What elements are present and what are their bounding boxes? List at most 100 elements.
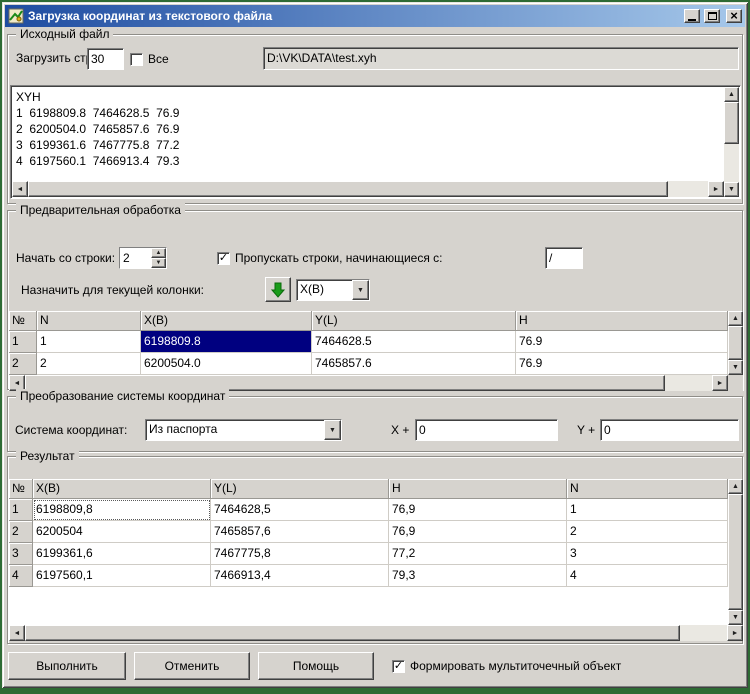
column-header-n[interactable]: N	[37, 311, 141, 331]
cell[interactable]: 2	[37, 353, 141, 375]
y-offset-input[interactable]	[600, 419, 739, 441]
execute-button[interactable]: Выполнить	[8, 652, 126, 680]
cell[interactable]: 2	[567, 521, 728, 543]
dialog-window: Загрузка координат из текстового файла И…	[2, 2, 748, 688]
preprocess-grid: № N X(B) Y(L) H 1 1 6198809.8 7464628.5 …	[9, 311, 743, 391]
cell[interactable]: 6200504	[33, 521, 211, 543]
y-offset-label: Y +	[577, 419, 595, 441]
scrollbar-thumb[interactable]	[28, 181, 668, 197]
multipoint-checkbox[interactable]: ✓ Формировать мультиточечный объект	[392, 658, 621, 674]
cell[interactable]: 7467775,8	[211, 543, 389, 565]
scroll-down-button[interactable]: ▼	[724, 182, 739, 197]
table-row[interactable]: 3 6199361,6 7467775,8 77,2 3	[9, 543, 728, 565]
table-row[interactable]: 1 1 6198809.8 7464628.5 76.9	[9, 331, 728, 353]
cell[interactable]: 6200504.0	[141, 353, 312, 375]
start-row-spinner[interactable]: ▲ ▼	[119, 247, 167, 269]
scroll-up-button[interactable]: ▲	[728, 311, 743, 326]
source-file-group: Исходный файл Загрузить строк Все D:\VK\…	[7, 34, 743, 204]
cancel-button-label: Отменить	[165, 659, 220, 673]
cell[interactable]: 76.9	[516, 331, 728, 353]
skip-char-input[interactable]	[545, 247, 583, 269]
column-combobox[interactable]: X(B) ▼	[296, 279, 370, 301]
file-preview[interactable]: XYH 1 6198809.8 7464628.5 76.9 2 6200504…	[10, 85, 741, 199]
file-preview-text[interactable]: XYH 1 6198809.8 7464628.5 76.9 2 6200504…	[12, 87, 724, 181]
cell[interactable]: 7464628.5	[312, 331, 516, 353]
result-horizontal-scrollbar[interactable]: ◄ ►	[9, 625, 743, 641]
table-row[interactable]: 4 6197560,1 7466913,4 79,3 4	[9, 565, 728, 587]
coordinate-system-combobox[interactable]: Из паспорта ▼	[145, 419, 342, 441]
column-header-h[interactable]: H	[516, 311, 728, 331]
column-combobox-arrow[interactable]: ▼	[352, 280, 369, 300]
load-rows-input[interactable]	[87, 48, 124, 70]
titlebar[interactable]: Загрузка координат из текстового файла	[5, 5, 745, 27]
scrollbar-thumb[interactable]	[724, 102, 739, 144]
selected-cell[interactable]: 6198809.8	[141, 331, 312, 353]
scroll-right-button[interactable]: ►	[712, 375, 728, 391]
column-header-num[interactable]: №	[9, 479, 33, 499]
maximize-button[interactable]	[704, 9, 720, 23]
start-row-input[interactable]	[120, 248, 151, 268]
assign-column-button[interactable]	[265, 277, 291, 302]
spin-down-button[interactable]: ▼	[151, 258, 166, 268]
preview-vertical-scrollbar[interactable]: ▲ ▼	[724, 87, 739, 197]
preview-horizontal-scrollbar[interactable]: ◄ ►	[12, 181, 724, 197]
table-row[interactable]: 1 6198809,8 7464628,5 76,9 1	[9, 499, 728, 521]
close-button[interactable]	[726, 9, 742, 23]
focused-cell[interactable]: 6198809,8	[33, 499, 211, 521]
cell[interactable]: 7465857,6	[211, 521, 389, 543]
scroll-up-button[interactable]: ▲	[728, 479, 743, 494]
all-checkbox[interactable]: Все	[130, 51, 169, 67]
scroll-left-button[interactable]: ◄	[9, 625, 25, 641]
preprocess-vertical-scrollbar[interactable]: ▲ ▼	[728, 311, 743, 375]
cell[interactable]: 6197560,1	[33, 565, 211, 587]
scrollbar-thumb[interactable]	[728, 326, 743, 360]
help-button[interactable]: Помощь	[258, 652, 374, 680]
cell[interactable]: 1	[37, 331, 141, 353]
table-row[interactable]: 2 6200504 7465857,6 76,9 2	[9, 521, 728, 543]
preprocess-group: Предварительная обработка Начать со стро…	[7, 210, 743, 390]
scroll-up-button[interactable]: ▲	[724, 87, 739, 102]
scrollbar-corner	[728, 375, 743, 391]
cell[interactable]: 7465857.6	[312, 353, 516, 375]
column-header-xb[interactable]: X(B)	[33, 479, 211, 499]
cell[interactable]: 4	[567, 565, 728, 587]
minimize-button[interactable]	[684, 9, 700, 23]
table-row[interactable]: 2 2 6200504.0 7465857.6 76.9	[9, 353, 728, 375]
x-offset-input[interactable]	[415, 419, 558, 441]
cell[interactable]: 3	[567, 543, 728, 565]
result-vertical-scrollbar[interactable]: ▲ ▼	[728, 479, 743, 625]
coordinate-system-arrow[interactable]: ▼	[324, 420, 341, 440]
cell[interactable]: 6199361,6	[33, 543, 211, 565]
cell[interactable]: 1	[567, 499, 728, 521]
cell[interactable]: 79,3	[389, 565, 567, 587]
file-path-field[interactable]: D:\VK\DATA\test.xyh	[263, 47, 739, 70]
maximize-icon	[708, 12, 717, 20]
column-header-h[interactable]: H	[389, 479, 567, 499]
scroll-right-button[interactable]: ►	[727, 625, 743, 641]
scroll-right-button[interactable]: ►	[708, 181, 724, 197]
scroll-left-button[interactable]: ◄	[12, 181, 28, 197]
dropdown-arrow-icon: ▼	[357, 287, 364, 294]
skip-lines-checkbox[interactable]: ✓ Пропускать строки, начинающиеся с:	[217, 250, 443, 266]
column-header-xb[interactable]: X(B)	[141, 311, 312, 331]
cancel-button[interactable]: Отменить	[134, 652, 250, 680]
result-grid-area[interactable]: № X(B) Y(L) H N 1 6198809,8 7464628,5 76…	[9, 479, 728, 625]
column-header-yl[interactable]: Y(L)	[312, 311, 516, 331]
cell[interactable]: 76.9	[516, 353, 728, 375]
column-header-num[interactable]: №	[9, 311, 37, 331]
column-header-yl[interactable]: Y(L)	[211, 479, 389, 499]
scrollbar-thumb[interactable]	[728, 494, 743, 610]
spin-up-button[interactable]: ▲	[151, 248, 166, 258]
row-header: 2	[9, 521, 33, 543]
scrollbar-thumb[interactable]	[25, 625, 680, 641]
cell[interactable]: 77,2	[389, 543, 567, 565]
cell[interactable]: 76,9	[389, 521, 567, 543]
preprocess-grid-area[interactable]: № N X(B) Y(L) H 1 1 6198809.8 7464628.5 …	[9, 311, 728, 375]
column-header-n[interactable]: N	[567, 479, 728, 499]
check-icon: ✓	[394, 661, 403, 672]
cell[interactable]: 7466913,4	[211, 565, 389, 587]
cell[interactable]: 7464628,5	[211, 499, 389, 521]
scroll-down-button[interactable]: ▼	[728, 360, 743, 375]
scroll-down-button[interactable]: ▼	[728, 610, 743, 625]
cell[interactable]: 76,9	[389, 499, 567, 521]
